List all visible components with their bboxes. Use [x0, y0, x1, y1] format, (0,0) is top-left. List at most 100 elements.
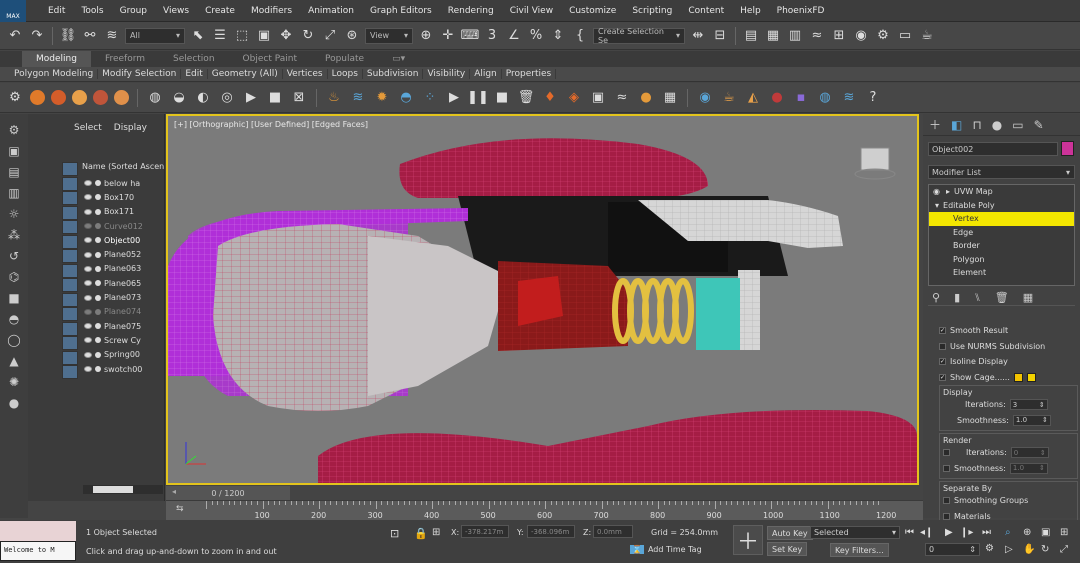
- absolute-mode-icon[interactable]: ⊞: [432, 527, 440, 538]
- move-icon[interactable]: ✥: [277, 27, 295, 45]
- track-bar-filter-icon[interactable]: ⇆: [176, 504, 184, 514]
- wave-icon[interactable]: ≋: [840, 89, 858, 107]
- layer-explorer-icon[interactable]: ▤: [742, 27, 760, 45]
- spinner-snap-icon[interactable]: ⇕: [549, 27, 567, 45]
- render-dot-icon[interactable]: [95, 237, 101, 244]
- camera-icon[interactable]: ⌬: [5, 269, 23, 285]
- panel-polygon-modeling[interactable]: Polygon Modeling: [10, 69, 99, 79]
- particle-shader-icon[interactable]: ▪: [792, 89, 810, 107]
- pivot-center-icon[interactable]: ⊕: [417, 27, 435, 45]
- remove-modifier-icon[interactable]: 🗑: [995, 291, 1009, 304]
- menu-create[interactable]: Create: [197, 6, 243, 16]
- eye-icon[interactable]: [84, 251, 92, 258]
- image-icon[interactable]: ▣: [5, 143, 23, 159]
- materials-checkbox[interactable]: [943, 512, 950, 520]
- tab-modeling[interactable]: Modeling: [22, 51, 91, 67]
- globe-orange-icon[interactable]: [72, 90, 87, 105]
- display-tab-icon[interactable]: ▭: [1012, 118, 1023, 132]
- menu-scripting[interactable]: Scripting: [624, 6, 680, 16]
- eye-icon[interactable]: [84, 308, 92, 315]
- sim-play-icon[interactable]: ▶: [445, 89, 463, 107]
- sun-icon[interactable]: ✺: [5, 374, 23, 390]
- stack-subitem-edge[interactable]: Edge: [929, 226, 1074, 240]
- filter-containers-icon[interactable]: [62, 292, 78, 307]
- edit-named-selection-icon[interactable]: {: [571, 27, 589, 45]
- prev-frame-icon[interactable]: ◂❙: [920, 527, 933, 538]
- time-slider-left-arrow-icon[interactable]: ◂: [172, 487, 176, 496]
- filter-hidden-icon[interactable]: [62, 321, 78, 336]
- curve-editor-icon[interactable]: ≈: [808, 27, 826, 45]
- tab-selection[interactable]: Selection: [159, 51, 228, 67]
- hemisphere-icon[interactable]: ◓: [5, 311, 23, 327]
- eye-icon[interactable]: [84, 208, 92, 215]
- filter-all-icon[interactable]: [62, 336, 78, 350]
- menu-graph-editors[interactable]: Graph Editors: [362, 6, 440, 16]
- select-by-name-icon[interactable]: ☰: [211, 27, 229, 45]
- ring-icon[interactable]: ◯: [5, 332, 23, 348]
- eye-icon[interactable]: [84, 366, 92, 372]
- list-item[interactable]: Box171: [82, 205, 165, 219]
- field-of-view-icon[interactable]: ▷: [1005, 544, 1013, 555]
- redo-icon[interactable]: ↷: [28, 27, 46, 45]
- panel-subdivision[interactable]: Subdivision: [363, 69, 424, 79]
- app-logo-icon[interactable]: MAX: [0, 0, 26, 22]
- modifier-list-dropdown[interactable]: Modifier List ▾: [928, 165, 1075, 179]
- list-item[interactable]: Plane073: [82, 290, 165, 304]
- align-icon[interactable]: ⊟: [711, 27, 729, 45]
- grid-ball-icon[interactable]: [93, 90, 108, 105]
- render-dot-icon[interactable]: [95, 208, 101, 215]
- render-dot-icon[interactable]: [95, 294, 101, 301]
- panel-vertices[interactable]: Vertices: [283, 69, 328, 79]
- display-iterations-spinner[interactable]: 3 ⇕: [1009, 399, 1048, 411]
- render-smoothness-spinner[interactable]: 1.0 ⇕: [1009, 462, 1048, 474]
- motion-tab-icon[interactable]: ●: [992, 118, 1002, 132]
- top-cap-mesh[interactable]: [399, 138, 708, 198]
- stack-item-uvw-map[interactable]: ◉ ▸ UVW Map: [929, 185, 1074, 199]
- create-tab-icon[interactable]: ＋: [929, 116, 941, 133]
- list-item[interactable]: Plane052: [82, 247, 165, 261]
- schematic-view-icon[interactable]: ⊞: [830, 27, 848, 45]
- cycle-icon[interactable]: ↺: [5, 248, 23, 264]
- set-key-button[interactable]: Set Key: [767, 542, 808, 556]
- render-dot-icon[interactable]: [95, 223, 101, 230]
- x-coord-field[interactable]: -378.217m: [461, 525, 509, 538]
- fire-simulator-icon[interactable]: ♨: [325, 89, 343, 107]
- panel-align[interactable]: Align: [470, 69, 502, 79]
- ocean-icon[interactable]: ◓: [397, 89, 415, 107]
- keyboard-shortcut-icon[interactable]: ⌨: [461, 27, 480, 45]
- menu-phoenixfd[interactable]: PhoenixFD: [769, 6, 833, 16]
- tab-populate[interactable]: Populate: [311, 51, 378, 67]
- eye-icon[interactable]: [84, 323, 92, 330]
- viewport-label[interactable]: [+] [Orthographic] [User Defined] [Edged…: [174, 120, 368, 129]
- stack-subitem-vertex[interactable]: Vertex: [929, 212, 1074, 226]
- current-frame-field[interactable]: 0 ⇕: [925, 543, 980, 556]
- zoom-extents-all-icon[interactable]: ⊞: [1060, 527, 1068, 538]
- sphere-icon[interactable]: ●: [5, 395, 23, 411]
- scrollbar-thumb[interactable]: [93, 486, 133, 493]
- bind-spacewarp-icon[interactable]: ≋: [103, 27, 121, 45]
- render-dot-icon[interactable]: [95, 180, 101, 187]
- menu-rendering[interactable]: Rendering: [440, 6, 502, 16]
- list-item[interactable]: Plane063: [82, 262, 165, 276]
- stack-item-editable-poly[interactable]: ▾ Editable Poly: [929, 199, 1074, 213]
- list-item[interactable]: Spring00: [82, 348, 165, 362]
- filter-invert-icon[interactable]: [62, 365, 78, 379]
- tab-freeform[interactable]: Freeform: [91, 51, 159, 67]
- render-iterations-spinner[interactable]: 0 ⇕: [1010, 447, 1049, 459]
- display-smoothness-spinner[interactable]: 1.0 ⇕: [1012, 414, 1051, 426]
- hierarchy-tab-icon[interactable]: ⊓: [972, 118, 981, 132]
- rect-selection-icon[interactable]: ⬚: [233, 27, 251, 45]
- menu-views[interactable]: Views: [155, 6, 197, 16]
- isolate-selection-icon[interactable]: ⊡: [390, 527, 399, 540]
- eye-icon[interactable]: [84, 337, 92, 344]
- collapse-icon[interactable]: ▾: [935, 201, 939, 210]
- panel-loops[interactable]: Loops: [328, 69, 363, 79]
- filter-cameras-icon[interactable]: [62, 205, 78, 220]
- sphere-grey-icon[interactable]: ◐: [194, 89, 212, 107]
- add-time-tag-button[interactable]: ⌛ Add Time Tag: [630, 545, 702, 554]
- menu-civil-view[interactable]: Civil View: [502, 6, 561, 16]
- toggle-ribbon-icon[interactable]: ▦: [764, 27, 782, 45]
- foam-icon[interactable]: ◍: [816, 89, 834, 107]
- select-object-icon[interactable]: ⬉: [189, 27, 207, 45]
- filter-xrefs-icon[interactable]: [62, 263, 78, 278]
